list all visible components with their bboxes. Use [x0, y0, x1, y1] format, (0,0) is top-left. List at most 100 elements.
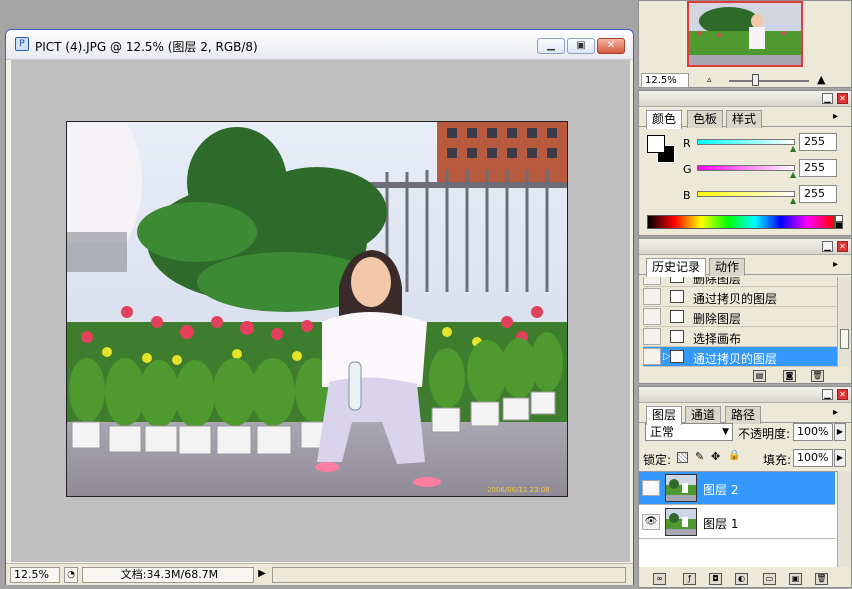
color-tabs: 颜色 色板 样式 ▸: [639, 107, 851, 129]
zoom-out-icon[interactable]: ▵: [707, 75, 712, 85]
tab-actions[interactable]: 动作: [709, 258, 746, 276]
lock-label: 锁定:: [643, 453, 672, 467]
layers-scrollbar[interactable]: [837, 471, 851, 567]
status-menu-arrow-icon[interactable]: ▶: [256, 567, 268, 583]
channel-b-value[interactable]: 255: [799, 185, 837, 203]
delete-state-icon[interactable]: 🗑: [811, 370, 824, 382]
history-minimize-icon[interactable]: ▁: [822, 241, 833, 252]
layer-visibility-eye-icon[interactable]: 👁: [642, 514, 660, 530]
history-item-label: 删除图层: [693, 312, 742, 326]
history-item-selected[interactable]: ▷ 通过拷贝的图层: [643, 347, 837, 367]
lock-transparency-icon[interactable]: [677, 452, 688, 463]
navigator-preview[interactable]: [687, 1, 803, 67]
channel-r-slider[interactable]: [697, 139, 795, 145]
horizontal-scrollbar[interactable]: [272, 567, 626, 583]
color-spectrum-bar[interactable]: [647, 215, 835, 229]
history-snapshot-box[interactable]: [643, 348, 661, 365]
tab-color[interactable]: 颜色: [646, 110, 683, 129]
history-bottom-bar: ▤ ◙ 🗑: [639, 367, 851, 387]
history-scroll-thumb[interactable]: [840, 329, 849, 349]
layer-mask-icon[interactable]: ◘: [709, 573, 722, 585]
layers-close-icon[interactable]: ✕: [837, 389, 848, 400]
layers-menu-icon[interactable]: ▸: [833, 407, 838, 418]
foreground-color-swatch[interactable]: [647, 135, 665, 153]
navigator-zoom-field[interactable]: 12.5%: [641, 73, 689, 88]
palette-menu-icon[interactable]: ▸: [833, 111, 838, 122]
history-snapshot-box[interactable]: [643, 277, 661, 285]
navigator-slider-handle[interactable]: [752, 74, 759, 86]
photoshop-doc-icon: P: [15, 37, 29, 51]
tab-styles[interactable]: 样式: [726, 110, 763, 128]
history-item[interactable]: 删除图层: [643, 307, 837, 327]
layers-palette-bar[interactable]: ▁ ✕: [639, 387, 851, 403]
channel-b-slider[interactable]: [697, 191, 795, 197]
create-snapshot-icon[interactable]: ◙: [783, 370, 796, 382]
close-button[interactable]: ✕: [597, 38, 625, 54]
layer-thumbnail: [665, 474, 697, 502]
channel-b-handle[interactable]: ▲: [790, 196, 796, 205]
history-palette-bar[interactable]: ▁ ✕: [639, 239, 851, 255]
channel-r-value[interactable]: 255: [799, 133, 837, 151]
spectrum-black-swatch[interactable]: [835, 222, 843, 229]
channel-r-handle[interactable]: ▲: [790, 144, 796, 153]
history-menu-icon[interactable]: ▸: [833, 259, 838, 270]
color-palette-bar[interactable]: ▁ ✕: [639, 91, 851, 107]
lock-pixels-icon[interactable]: ✎: [695, 450, 704, 463]
history-snapshot-box[interactable]: [643, 308, 661, 325]
fill-input[interactable]: 100%: [793, 449, 833, 467]
palette-minimize-icon[interactable]: ▁: [822, 93, 833, 104]
status-info-icon[interactable]: ◔: [64, 567, 78, 583]
new-layer-icon[interactable]: ▣: [789, 573, 802, 585]
layer-name: 图层 1: [703, 517, 739, 531]
history-item[interactable]: 删除图层: [643, 277, 837, 287]
layer-style-icon[interactable]: ƒ: [683, 573, 696, 585]
layers-list: 👁 图层 2 👁 图层 1: [639, 471, 837, 567]
canvas-area[interactable]: 2006/06/11 23:08: [11, 60, 630, 562]
navigator-zoom-slider[interactable]: [729, 80, 809, 82]
layer-row-1[interactable]: 👁 图层 1: [639, 506, 835, 539]
blend-mode-select[interactable]: 正常 ▼: [645, 423, 733, 441]
lock-all-icon[interactable]: 🔒: [728, 450, 740, 461]
photo-canvas[interactable]: 2006/06/11 23:08: [66, 121, 568, 497]
layer-row-2[interactable]: 👁 图层 2: [639, 472, 835, 505]
history-item[interactable]: 选择画布: [643, 327, 837, 347]
channel-g-handle[interactable]: ▲: [790, 170, 796, 179]
history-step-icon: [670, 330, 684, 343]
minimize-button[interactable]: ▁: [537, 38, 565, 54]
document-size: 文档:34.3M/68.7M: [82, 567, 254, 583]
navigator-palette: 12.5% ▵ ▲: [638, 0, 852, 88]
history-item[interactable]: 通过拷贝的图层: [643, 287, 837, 307]
fill-arrow-icon[interactable]: ▶: [834, 449, 846, 467]
zoom-field[interactable]: 12.5%: [10, 567, 60, 583]
tab-swatches[interactable]: 色板: [687, 110, 724, 128]
maximize-button[interactable]: ▣: [567, 38, 595, 54]
adjustment-layer-icon[interactable]: ◐: [735, 573, 748, 585]
tab-channels[interactable]: 通道: [685, 406, 722, 424]
layers-palette: ▁ ✕ 图层 通道 路径 ▸ 正常 ▼ 不透明度: 100% ▶ 锁定: ✎ ✥…: [638, 386, 852, 588]
tab-layers[interactable]: 图层: [646, 406, 683, 425]
layers-minimize-icon[interactable]: ▁: [822, 389, 833, 400]
opacity-arrow-icon[interactable]: ▶: [834, 423, 846, 441]
zoom-in-icon[interactable]: ▲: [817, 73, 825, 86]
tab-history[interactable]: 历史记录: [646, 258, 707, 277]
history-snapshot-box[interactable]: [643, 328, 661, 345]
history-scrollbar[interactable]: [837, 277, 851, 367]
new-group-icon[interactable]: ▭: [763, 573, 776, 585]
palette-close-icon[interactable]: ✕: [837, 93, 848, 104]
spectrum-white-swatch[interactable]: [835, 215, 843, 222]
history-step-icon: [670, 277, 684, 283]
color-palette: ▁ ✕ 颜色 色板 样式 ▸ R ▲ 255 G ▲ 255 B ▲ 255: [638, 90, 852, 236]
delete-layer-icon[interactable]: 🗑: [815, 573, 828, 585]
channel-g-slider[interactable]: [697, 165, 795, 171]
history-close-icon[interactable]: ✕: [837, 241, 848, 252]
channel-g-value[interactable]: 255: [799, 159, 837, 177]
history-snapshot-box[interactable]: [643, 288, 661, 305]
new-document-from-state-icon[interactable]: ▤: [753, 370, 766, 382]
document-title-bar[interactable]: P PICT (4).JPG @ 12.5% (图层 2, RGB/8) ▁ ▣…: [6, 30, 633, 60]
link-layers-icon[interactable]: ∞: [653, 573, 666, 585]
photo-timestamp: 2006/06/11 23:08: [487, 486, 550, 494]
tab-paths[interactable]: 路径: [725, 406, 762, 424]
layer-visibility-eye-icon[interactable]: 👁: [642, 480, 660, 496]
opacity-input[interactable]: 100%: [793, 423, 833, 441]
lock-position-icon[interactable]: ✥: [711, 450, 720, 463]
